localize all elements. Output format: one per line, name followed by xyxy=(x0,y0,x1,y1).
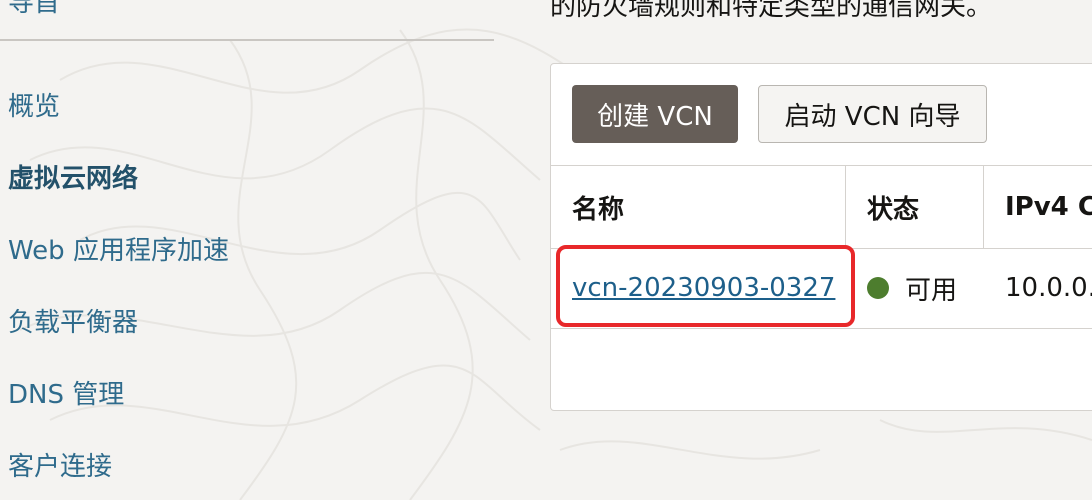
status-available-icon xyxy=(867,277,889,299)
sidebar-item-load-balancers[interactable]: 负载平衡器 xyxy=(8,302,138,339)
vcn-list-panel: 创建 VCN 启动 VCN 向导 名称 状态 IPv4 CI vcn-20230… xyxy=(550,63,1092,411)
create-vcn-button[interactable]: 创建 VCN xyxy=(572,85,738,143)
column-divider xyxy=(983,166,984,248)
start-vcn-wizard-button[interactable]: 启动 VCN 向导 xyxy=(758,85,987,143)
ipv4-cidr-value: 10.0.0.0 xyxy=(1005,273,1092,303)
sidebar-item-overview[interactable]: 概览 xyxy=(8,86,60,123)
page-description: 的防火墙规则和特定类型的通信网关。 xyxy=(550,0,993,22)
column-header-name[interactable]: 名称 xyxy=(572,166,624,248)
table-row: vcn-20230903-0327 可用 10.0.0.0 xyxy=(551,248,1092,329)
status-text: 可用 xyxy=(905,275,958,306)
sidebar-item-customer-connectivity[interactable]: 客户连接 xyxy=(8,446,112,483)
sidebar-item-web-app-acceleration[interactable]: Web 应用程序加速 xyxy=(8,230,229,267)
column-header-state[interactable]: 状态 xyxy=(867,166,919,248)
column-header-ipv4-cidr[interactable]: IPv4 CI xyxy=(1005,166,1092,248)
sidebar-top-fragment: 导首 xyxy=(8,0,61,18)
sidebar-item-dns-management[interactable]: DNS 管理 xyxy=(8,374,124,411)
sidebar-item-virtual-cloud-networks[interactable]: 虚拟云网络 xyxy=(8,158,138,195)
table-header: 名称 状态 IPv4 CI xyxy=(551,165,1092,249)
vcn-name-link[interactable]: vcn-20230903-0327 xyxy=(572,273,835,303)
sidebar-nav: 导首 概览 虚拟云网络 Web 应用程序加速 负载平衡器 DNS 管理 客户连接 xyxy=(0,0,494,500)
sidebar-divider xyxy=(0,39,494,41)
column-divider xyxy=(845,166,846,248)
